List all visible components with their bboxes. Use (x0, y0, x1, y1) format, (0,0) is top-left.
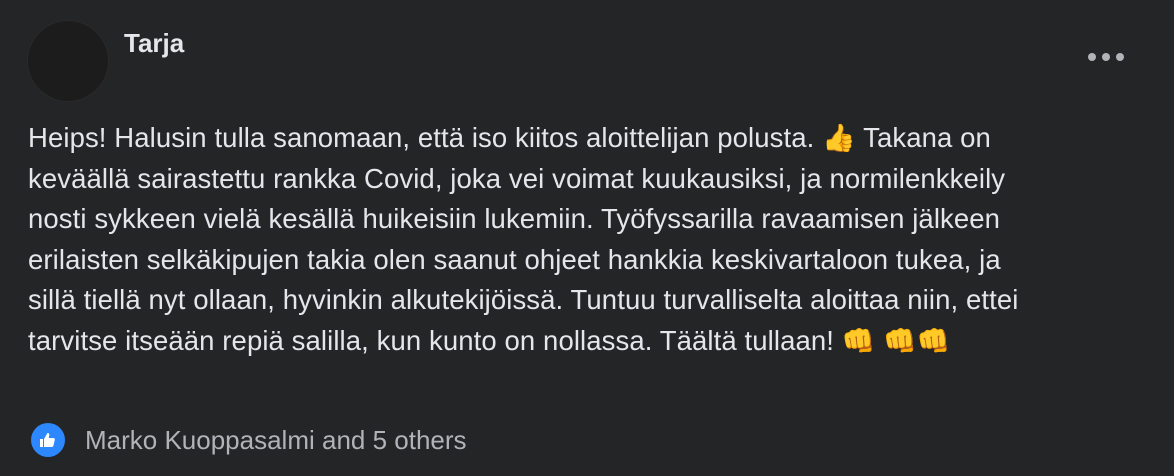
thumbs-up-glyph (40, 433, 55, 447)
post-body-line: keväällä sairastettu rankka Covid, joka … (28, 162, 1006, 194)
like-icon (31, 423, 65, 457)
reactions-count-text[interactable]: Marko Kuoppasalmi and 5 others (85, 425, 467, 456)
ellipsis-icon[interactable] (1088, 50, 1124, 64)
author-name[interactable]: Tarja (124, 28, 184, 59)
thumbs-up-icon: 👍 (822, 123, 856, 153)
post-card: Tarja Heips! Halusin tulla sanomaan, ett… (0, 0, 1174, 476)
avatar[interactable] (27, 20, 109, 102)
dot-icon (1102, 53, 1110, 61)
fist-bump-icon: 👊 👊👊 (841, 325, 951, 356)
post-body-line: sillä tiellä nyt ollaan, hyvinkin alkute… (28, 284, 1019, 315)
post-body-line: nosti sykkeen vielä kesällä huikeisiin l… (28, 203, 1001, 234)
post-body: Heips! Halusin tulla sanomaan, että iso … (28, 118, 1138, 361)
post-body-line: tarvitse itseään repiä salilla, kun kunt… (28, 324, 951, 356)
post-body-line: Heips! Halusin tulla sanomaan, että iso … (28, 122, 991, 153)
post-body-line: erilaisten selkäkipujen takia olen saanu… (28, 243, 1001, 275)
reactions-bar[interactable]: Marko Kuoppasalmi and 5 others (31, 423, 467, 457)
dot-icon (1088, 53, 1096, 61)
dot-icon (1116, 53, 1124, 61)
